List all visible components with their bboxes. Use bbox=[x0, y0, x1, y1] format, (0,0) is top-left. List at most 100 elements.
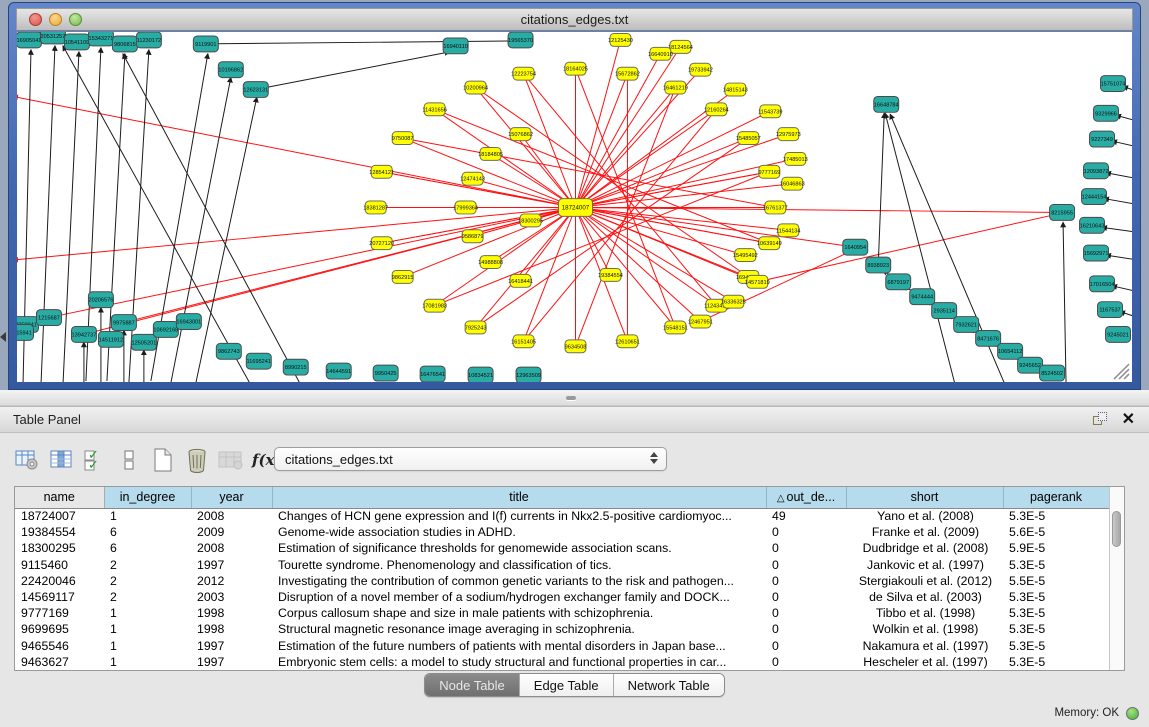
table-cell-name[interactable]: 9115460 bbox=[15, 557, 104, 573]
row-options-icon[interactable] bbox=[116, 447, 142, 473]
float-window-icon[interactable] bbox=[1093, 412, 1108, 427]
graph-edge[interactable] bbox=[17, 207, 575, 260]
table-row[interactable]: 911546021997Tourette syndrome. Phenomeno… bbox=[15, 557, 1109, 573]
graph-edge[interactable] bbox=[435, 109, 576, 207]
new-column-icon[interactable] bbox=[150, 447, 176, 473]
graph-edge[interactable] bbox=[84, 207, 576, 334]
table-cell-in_degree[interactable]: 1 bbox=[104, 508, 191, 524]
table-cell-short[interactable]: Wolkin et al. (1998) bbox=[846, 621, 1003, 637]
graph-edge[interactable] bbox=[129, 50, 149, 382]
table-cell-title[interactable]: Investigating the contribution of common… bbox=[272, 573, 766, 589]
table-cell-pagerank[interactable]: 5.9E-5 bbox=[1003, 540, 1109, 556]
column-header-out_degree[interactable]: △out_de... bbox=[766, 487, 846, 508]
table-cell-pagerank[interactable]: 5.3E-5 bbox=[1003, 508, 1109, 524]
table-cell-year[interactable]: 1998 bbox=[191, 621, 272, 637]
graph-edge[interactable] bbox=[524, 109, 717, 341]
table-scrollbar[interactable] bbox=[1109, 487, 1124, 670]
graph-edge[interactable] bbox=[123, 54, 301, 382]
graph-edge[interactable] bbox=[1063, 222, 1066, 382]
table-cell-out_degree[interactable]: 0 bbox=[766, 654, 846, 670]
table-cell-name[interactable]: 9465546 bbox=[15, 638, 104, 654]
table-cell-short[interactable]: de Silva et al. (2003) bbox=[846, 589, 1003, 605]
table-row[interactable]: 977716911998Corpus callosum shape and si… bbox=[15, 605, 1109, 621]
table-cell-year[interactable]: 1998 bbox=[191, 605, 272, 621]
graph-edge[interactable] bbox=[1104, 199, 1132, 205]
graph-edge[interactable] bbox=[885, 113, 955, 382]
graph-edge[interactable] bbox=[575, 207, 1062, 212]
table-cell-short[interactable]: Franke et al. (2009) bbox=[846, 524, 1003, 540]
table-cell-short[interactable]: Nakamura et al. (1997) bbox=[846, 638, 1003, 654]
table-cell-short[interactable]: Stergiakouli et al. (2012) bbox=[846, 573, 1003, 589]
table-cell-pagerank[interactable]: 5.3E-5 bbox=[1003, 589, 1109, 605]
table-cell-year[interactable]: 2008 bbox=[191, 508, 272, 524]
column-header-in_degree[interactable]: in_degree bbox=[104, 487, 191, 508]
table-cell-title[interactable]: Changes of HCN gene expression and I(f) … bbox=[272, 508, 766, 524]
graph-edge[interactable] bbox=[435, 172, 770, 306]
table-mode-icon[interactable] bbox=[14, 447, 40, 473]
table-cell-in_degree[interactable]: 1 bbox=[104, 621, 191, 637]
graph-edge[interactable] bbox=[575, 134, 788, 207]
graph-edge[interactable] bbox=[575, 111, 770, 207]
table-cell-in_degree[interactable]: 6 bbox=[104, 524, 191, 540]
table-cell-pagerank[interactable]: 5.3E-5 bbox=[1003, 605, 1109, 621]
table-cell-short[interactable]: Dudbridge et al. (2008) bbox=[846, 540, 1003, 556]
resize-grip-icon[interactable] bbox=[1114, 364, 1129, 379]
graph-edge[interactable] bbox=[256, 52, 450, 90]
network-window-titlebar[interactable]: citations_edges.txt bbox=[16, 8, 1133, 31]
graph-edge[interactable] bbox=[878, 113, 884, 265]
graph-edge[interactable] bbox=[575, 88, 675, 208]
table-cell-out_degree[interactable]: 0 bbox=[766, 621, 846, 637]
table-cell-year[interactable]: 2003 bbox=[191, 589, 272, 605]
graph-edge[interactable] bbox=[524, 74, 576, 208]
table-cell-pagerank[interactable]: 5.3E-5 bbox=[1003, 557, 1109, 573]
table-cell-name[interactable]: 19384554 bbox=[15, 524, 104, 540]
delete-column-icon[interactable] bbox=[184, 447, 210, 473]
table-cell-name[interactable]: 14569117 bbox=[15, 589, 104, 605]
graph-edge[interactable] bbox=[1102, 227, 1132, 232]
table-cell-in_degree[interactable]: 2 bbox=[104, 557, 191, 573]
close-icon[interactable]: ✕ bbox=[1122, 413, 1135, 427]
table-cell-title[interactable]: Estimation of significance thresholds fo… bbox=[272, 540, 766, 556]
graph-edge[interactable] bbox=[575, 207, 675, 327]
table-cell-pagerank[interactable]: 5.6E-5 bbox=[1003, 524, 1109, 540]
table-cell-out_degree[interactable]: 0 bbox=[766, 540, 846, 556]
table-cell-title[interactable]: Estimation of the future numbers of pati… bbox=[272, 638, 766, 654]
show-columns-icon[interactable] bbox=[48, 447, 74, 473]
network-canvas[interactable]: 1872400716761377977716915485057121602641… bbox=[17, 32, 1132, 382]
column-header-short[interactable]: short bbox=[846, 487, 1003, 508]
table-cell-out_degree[interactable]: 0 bbox=[766, 589, 846, 605]
table-cell-out_degree[interactable]: 0 bbox=[766, 605, 846, 621]
table-cell-title[interactable]: Embryonic stem cells: a model to study s… bbox=[272, 654, 766, 670]
graph-edge[interactable] bbox=[1106, 173, 1132, 179]
select-columns-icon[interactable]: ✓✓ bbox=[82, 447, 108, 473]
table-cell-name[interactable]: 9777169 bbox=[15, 605, 104, 621]
table-cell-out_degree[interactable]: 49 bbox=[766, 508, 846, 524]
table-cell-in_degree[interactable]: 1 bbox=[104, 638, 191, 654]
table-row[interactable]: 946554611997Estimation of the future num… bbox=[15, 638, 1109, 654]
graph-edge[interactable] bbox=[1106, 255, 1132, 260]
table-cell-year[interactable]: 2008 bbox=[191, 540, 272, 556]
table-cell-short[interactable]: Hescheler et al. (1997) bbox=[846, 654, 1003, 670]
scrollbar-thumb[interactable] bbox=[1112, 511, 1121, 547]
column-header-year[interactable]: year bbox=[191, 487, 272, 508]
graph-edge[interactable] bbox=[171, 78, 231, 382]
table-cell-name[interactable]: 18724007 bbox=[15, 508, 104, 524]
table-cell-in_degree[interactable]: 1 bbox=[104, 654, 191, 670]
graph-edge[interactable] bbox=[575, 138, 748, 207]
table-cell-pagerank[interactable]: 5.3E-5 bbox=[1003, 621, 1109, 637]
table-row[interactable]: 1872400712008Changes of HCN gene express… bbox=[15, 508, 1109, 524]
graph-edge[interactable] bbox=[524, 207, 576, 341]
table-cell-in_degree[interactable]: 2 bbox=[104, 573, 191, 589]
table-row[interactable]: 1456911722003Disruption of a novel membe… bbox=[15, 589, 1109, 605]
column-header-title[interactable]: title bbox=[272, 487, 766, 508]
table-cell-year[interactable]: 1997 bbox=[191, 654, 272, 670]
table-cell-name[interactable]: 9699695 bbox=[15, 621, 104, 637]
table-source-select[interactable]: citations_edges.txt bbox=[274, 447, 667, 471]
table-cell-short[interactable]: Jankovic et al. (1997) bbox=[846, 557, 1003, 573]
table-cell-title[interactable]: Genome-wide association studies in ADHD. bbox=[272, 524, 766, 540]
table-row[interactable]: 969969511998Structural magnetic resonanc… bbox=[15, 621, 1109, 637]
table-row[interactable]: 946362711997Embryonic stem cells: a mode… bbox=[15, 654, 1109, 670]
table-cell-title[interactable]: Tourette syndrome. Phenomenology and cla… bbox=[272, 557, 766, 573]
graph-edge[interactable] bbox=[41, 46, 55, 382]
graph-edge[interactable] bbox=[757, 213, 1060, 281]
